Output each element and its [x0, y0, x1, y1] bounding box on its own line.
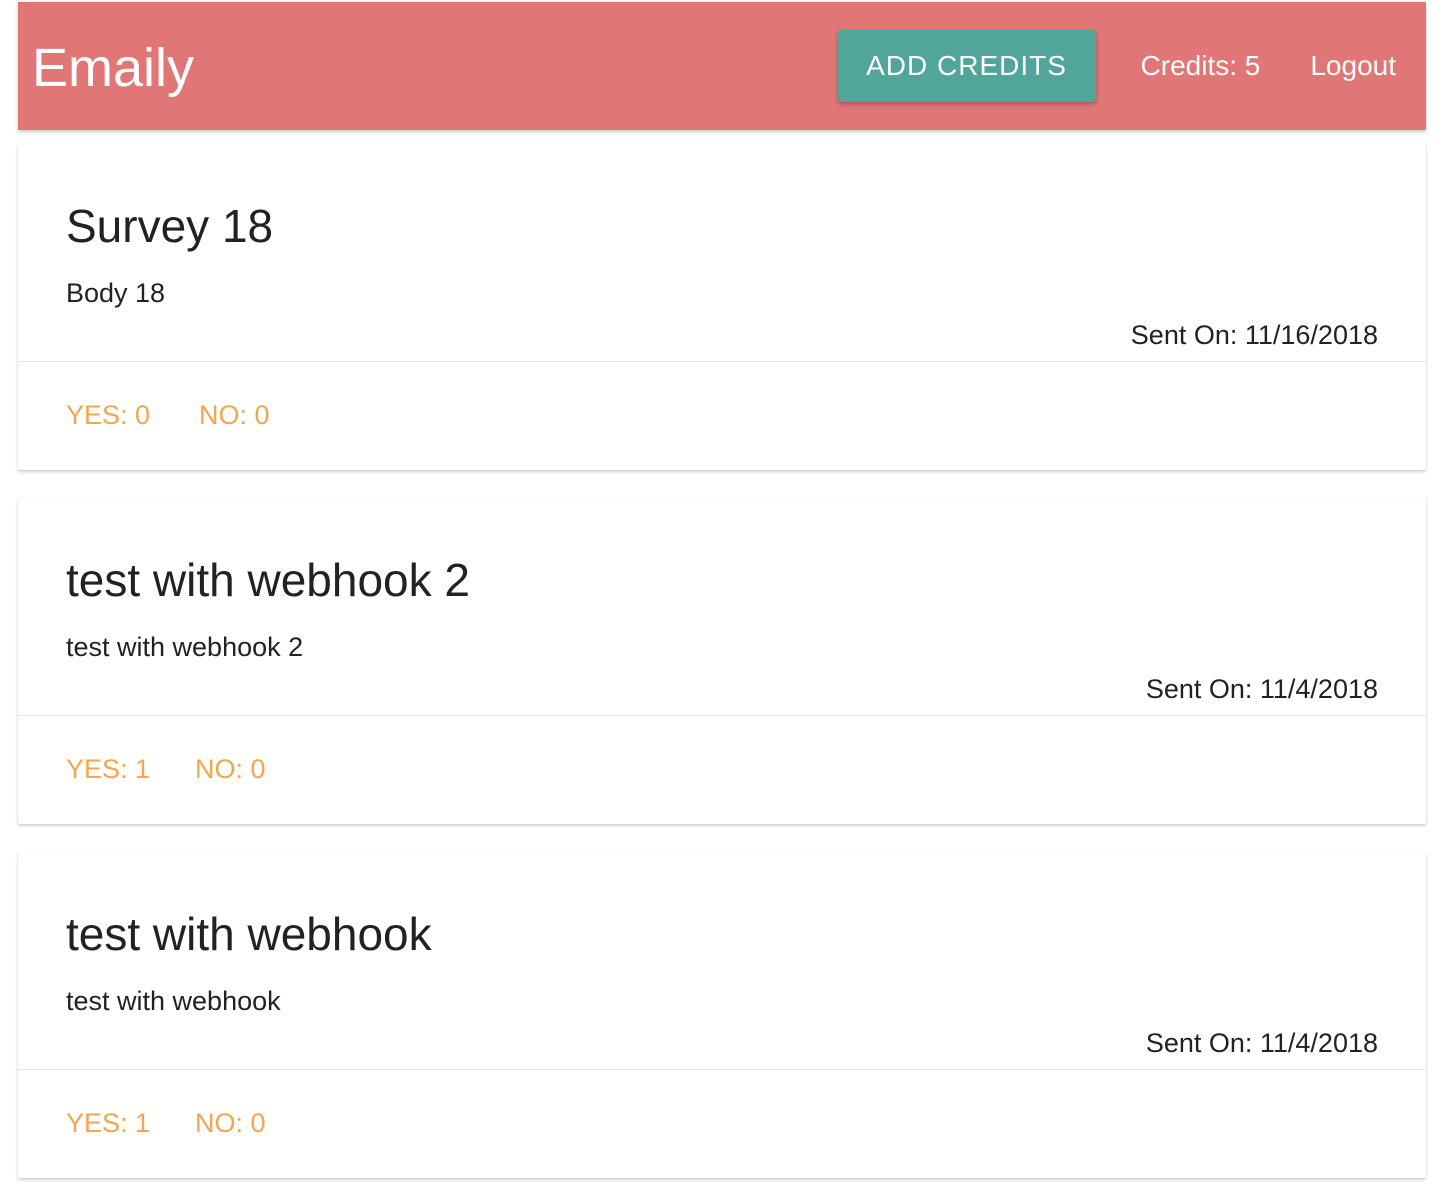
add-credits-button[interactable]: ADD CREDITS	[837, 30, 1096, 102]
card-action: YES: 1 NO: 0	[18, 716, 1426, 822]
yes-count-link[interactable]: YES: 1	[66, 1106, 150, 1140]
nav-right: ADD CREDITS Credits: 5 Logout	[837, 2, 1426, 130]
survey-body: test with webhook	[66, 986, 281, 1016]
survey-body: Body 18	[66, 278, 166, 308]
no-count-link[interactable]: NO: 0	[199, 398, 270, 432]
no-count-link[interactable]: NO: 0	[195, 752, 266, 786]
card-action: YES: 0 NO: 0	[18, 362, 1426, 468]
survey-card: Survey 18 Body 18 Sent On: 11/16/2018 YE…	[18, 144, 1426, 470]
no-count-link[interactable]: NO: 0	[195, 1106, 266, 1140]
navbar: Emaily ADD CREDITS Credits: 5 Logout	[18, 2, 1426, 130]
survey-body: test with webhook 2	[66, 632, 304, 662]
survey-card: test with webhook 2 test with webhook 2 …	[18, 498, 1426, 824]
survey-sent-date: Sent On: 11/4/2018	[1145, 1028, 1378, 1058]
survey-sent-date: Sent On: 11/16/2018	[1130, 320, 1378, 350]
yes-count-link[interactable]: YES: 1	[66, 752, 150, 786]
card-action: YES: 1 NO: 0	[18, 1070, 1426, 1176]
card-content: test with webhook test with webhook Sent…	[18, 852, 1426, 1070]
survey-card: test with webhook test with webhook Sent…	[18, 852, 1426, 1178]
survey-title: test with webhook 2	[66, 554, 471, 606]
page: Emaily ADD CREDITS Credits: 5 Logout Sur…	[0, 0, 1446, 1196]
survey-sent-date: Sent On: 11/4/2018	[1145, 674, 1378, 704]
credits-count: Credits: 5	[1140, 50, 1261, 81]
brand-logo[interactable]: Emaily	[32, 36, 194, 100]
survey-title: test with webhook	[66, 908, 432, 960]
card-content: Survey 18 Body 18 Sent On: 11/16/2018	[18, 144, 1426, 362]
survey-title: Survey 18	[66, 200, 274, 252]
yes-count-link[interactable]: YES: 0	[66, 398, 150, 432]
logout-link[interactable]: Logout	[1285, 30, 1426, 102]
card-content: test with webhook 2 test with webhook 2 …	[18, 498, 1426, 716]
